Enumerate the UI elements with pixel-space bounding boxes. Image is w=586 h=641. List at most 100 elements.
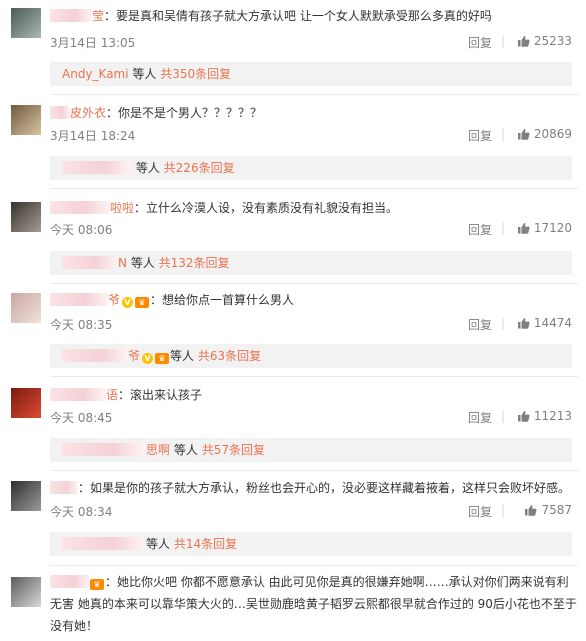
comment-text: ：要是真和吴倩有孩子就大方承认吧 让一个女人默默承受那么多真的好吗 [104, 9, 492, 23]
username-blurred[interactable] [50, 388, 106, 401]
avatar[interactable] [11, 8, 41, 38]
sub-replies-box[interactable]: 爷 V ♛ 等人 共63条回复 [50, 344, 572, 368]
separator: | [500, 221, 505, 235]
comment-text: ：你是不是个男人？？？？？ [106, 106, 263, 120]
username-blurred[interactable] [50, 293, 108, 306]
like-count: 7587 [541, 503, 572, 517]
avatar[interactable] [11, 293, 41, 323]
sub-reply-count-link[interactable]: 共350条回复 [160, 67, 231, 81]
sub-reply-user[interactable]: Andy_Kami [62, 67, 129, 81]
username-blurred[interactable] [50, 201, 110, 214]
avatar[interactable] [11, 577, 41, 607]
reply-button[interactable]: 回复 [468, 503, 492, 520]
sub-replies-box[interactable]: 思啊 等人 共57条回复 [50, 438, 572, 462]
sub-reply-label: 等人 [132, 67, 157, 81]
sub-reply-user-blurred[interactable] [62, 349, 128, 362]
username[interactable]: 语 [106, 388, 118, 402]
avatar[interactable] [11, 105, 41, 135]
username[interactable]: 爷 [108, 293, 120, 307]
username-blurred[interactable] [50, 481, 78, 494]
separator: | [500, 409, 505, 423]
comment-meta: 3月14日 18:24 回复 | 20869 [50, 127, 572, 143]
sub-reply-user-blurred[interactable] [62, 161, 132, 174]
sub-replies-box[interactable]: 等人 共14条回复 [50, 532, 572, 556]
comment-text: ：滚出来认孩子 [118, 388, 203, 402]
crown-icon: ♛ [90, 579, 104, 590]
sub-replies-box[interactable]: N 等人 共132条回复 [50, 251, 572, 275]
sub-reply-user-blurred[interactable] [62, 256, 118, 269]
sub-reply-count-link[interactable]: 共132条回复 [159, 256, 230, 270]
separator: | [500, 316, 505, 330]
reply-button[interactable]: 回复 [468, 221, 492, 238]
sub-reply-count-link[interactable]: 共63条回复 [198, 349, 261, 363]
sub-reply-user[interactable]: N [118, 256, 127, 270]
reply-button[interactable]: 回复 [468, 34, 492, 51]
sub-reply-label: 等人 [130, 256, 155, 270]
sub-reply-user[interactable]: 爷 [128, 349, 140, 363]
comment-text: ：如果是你的孩子就大方承认，粉丝也会开心的，没必要这样藏着掖着，这样只会败坏好感… [78, 481, 571, 495]
reply-button[interactable]: 回复 [468, 127, 492, 144]
separator: | [500, 503, 505, 517]
sub-replies-box[interactable]: Andy_Kami 等人 共350条回复 [50, 62, 572, 86]
like-count: 20869 [533, 127, 572, 141]
username-blurred[interactable] [50, 575, 90, 588]
like-button[interactable]: 14474 [517, 316, 572, 330]
sub-reply-count-link[interactable]: 共14条回复 [174, 537, 237, 551]
v-badge-icon: V [122, 297, 134, 308]
sub-reply-label: 等人 [170, 349, 195, 363]
like-button[interactable]: 17120 [517, 221, 572, 235]
comment-text-line: 爷 V ♛ ：想给你点一首算什么男人 [50, 290, 578, 310]
username[interactable]: 皮外衣 [70, 106, 106, 120]
reply-button[interactable]: 回复 [468, 316, 492, 333]
username[interactable]: 啦啦 [110, 201, 134, 215]
avatar[interactable] [11, 388, 41, 418]
comment-text-line: 啦啦：立什么冷漠人设，没有素质没有礼貌没有担当。 [50, 198, 578, 218]
comment-text-line: 语：滚出来认孩子 [50, 385, 578, 405]
divider [50, 188, 578, 189]
sub-reply-count-link[interactable]: 共226条回复 [164, 161, 235, 175]
comment-meta: 今天 08:06 回复 | 17120 [50, 221, 572, 237]
comment-meta: 今天 08:35 回复 | 14474 [50, 316, 572, 332]
sub-reply-user[interactable]: 思啊 [146, 443, 170, 457]
separator: | [500, 34, 505, 48]
thumbs-up-icon [525, 505, 537, 516]
reply-button[interactable]: 回复 [468, 409, 492, 426]
comment-meta: 今天 08:34 回复 | 7587 [50, 503, 572, 519]
thumbs-up-icon [517, 411, 530, 422]
comment-text-line: ♛ ：她比你火吧 你都不愿意承认 由此可见你是真的很嫌弃她啊……承认对你们两来说有… [50, 571, 578, 641]
timestamp: 今天 08:35 [50, 318, 113, 332]
timestamp: 3月14日 18:24 [50, 129, 136, 143]
thumbs-up-icon [517, 129, 530, 140]
comment-text: ：想给你点一首算什么男人 [150, 293, 295, 307]
comment-text: ：她比你火吧 你都不愿意承认 由此可见你是真的很嫌弃她啊……承认对你们两来说有利… [50, 575, 577, 633]
thumbs-up-icon [517, 36, 530, 47]
comment-text: ：立什么冷漠人设，没有素质没有礼貌没有担当。 [134, 201, 399, 215]
divider [50, 376, 578, 377]
like-button[interactable]: 25233 [517, 34, 572, 48]
like-count: 14474 [533, 316, 572, 330]
separator: | [500, 127, 505, 141]
username-blurred[interactable] [50, 106, 70, 119]
divider [50, 565, 578, 566]
comment-text-line: ：如果是你的孩子就大方承认，粉丝也会开心的，没必要这样藏着掖着，这样只会败坏好感… [50, 478, 578, 498]
crown-icon: ♛ [155, 353, 170, 364]
sub-reply-count-link[interactable]: 共57条回复 [202, 443, 265, 457]
sub-reply-user-blurred[interactable] [62, 537, 146, 550]
username-blurred[interactable] [50, 9, 92, 22]
like-button[interactable]: 20869 [517, 127, 572, 141]
like-button[interactable]: 11213 [517, 409, 572, 423]
crown-icon: ♛ [135, 297, 150, 308]
like-count: 17120 [533, 221, 572, 235]
timestamp: 3月14日 13:05 [50, 36, 136, 50]
sub-replies-box[interactable]: 等人 共226条回复 [50, 156, 572, 180]
username[interactable]: 莹 [92, 9, 104, 23]
avatar[interactable] [11, 202, 41, 232]
avatar[interactable] [11, 481, 41, 511]
sub-reply-user-blurred[interactable] [62, 443, 146, 456]
comment-meta: 3月14日 13:05 回复 | 25233 [50, 34, 572, 50]
timestamp: 今天 08:45 [50, 411, 113, 425]
like-button[interactable]: 7587 [524, 503, 572, 517]
divider [50, 94, 578, 95]
sub-reply-label: 等人 [146, 537, 171, 551]
timestamp: 今天 08:06 [50, 223, 113, 237]
